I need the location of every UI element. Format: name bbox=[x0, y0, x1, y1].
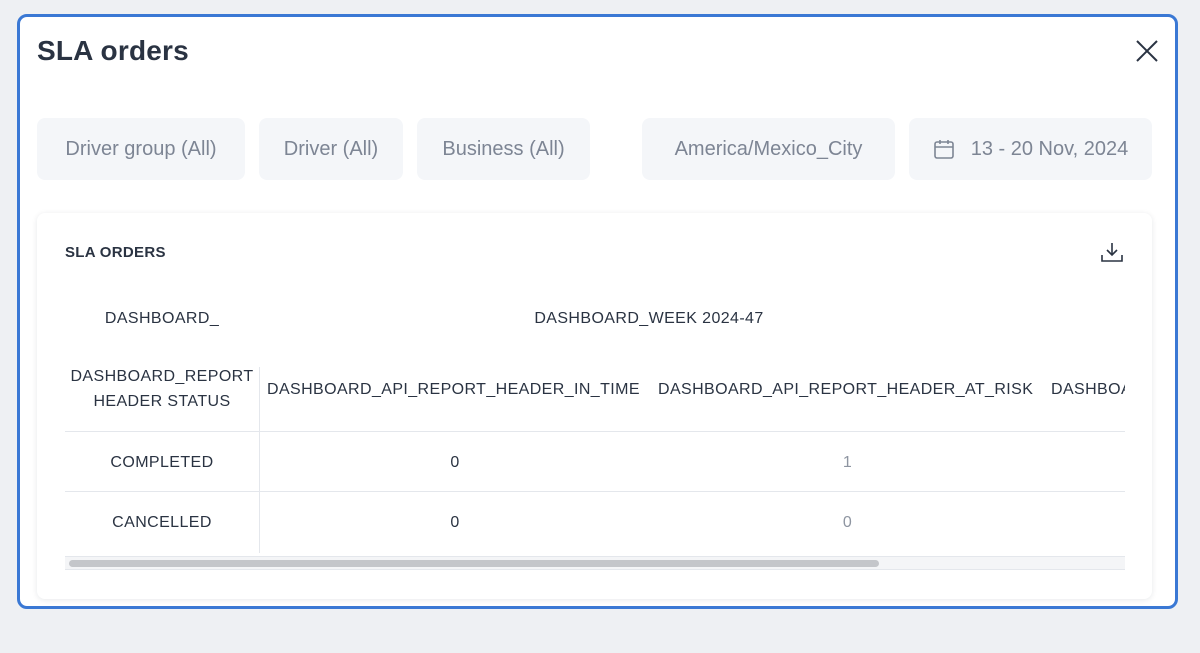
sla-orders-modal: SLA orders Driver group (All) Driver (Al… bbox=[17, 14, 1178, 609]
calendar-icon bbox=[933, 140, 954, 159]
header-divider bbox=[65, 431, 1125, 432]
status-header-line2: HEADER STATUS bbox=[93, 393, 231, 410]
sla-orders-card: SLA ORDERS DASHBOARD_ DASHBOARD_WEEK 202… bbox=[37, 213, 1152, 599]
cell-completed-at-risk: 1 bbox=[842, 454, 853, 471]
modal-title: SLA orders bbox=[37, 35, 189, 66]
business-filter-label: Business (All) bbox=[442, 137, 565, 160]
close-button[interactable] bbox=[1133, 37, 1161, 65]
date-range-picker[interactable]: 13 - 20 Nov, 2024 bbox=[909, 118, 1152, 180]
column-header-truncated: DASHBOARD_ bbox=[1051, 381, 1125, 398]
close-icon bbox=[1136, 40, 1158, 62]
driver-group-filter[interactable]: Driver group (All) bbox=[37, 118, 245, 180]
download-button[interactable] bbox=[1100, 240, 1124, 264]
download-icon bbox=[1101, 243, 1123, 262]
filter-bar: Driver group (All) Driver (All) Business… bbox=[37, 118, 1158, 180]
horizontal-scrollbar[interactable] bbox=[65, 556, 1125, 570]
cell-cancelled-at-risk: 0 bbox=[842, 514, 853, 531]
driver-filter[interactable]: Driver (All) bbox=[259, 118, 403, 180]
column-header-at-risk: DASHBOARD_API_REPORT_HEADER_AT_RISK bbox=[658, 381, 1034, 398]
sla-orders-table: DASHBOARD_ DASHBOARD_WEEK 2024-47 DASHBO… bbox=[65, 293, 1125, 571]
column-header-in-time: DASHBOARD_API_REPORT_HEADER_IN_TIME bbox=[267, 381, 640, 398]
row-status-cancelled: CANCELLED bbox=[112, 514, 212, 531]
top-left-header: DASHBOARD_ bbox=[104, 310, 220, 327]
date-range-label: 13 - 20 Nov, 2024 bbox=[970, 137, 1129, 160]
row-status-completed: COMPLETED bbox=[110, 454, 214, 471]
week-header: DASHBOARD_WEEK 2024-47 bbox=[534, 310, 764, 327]
cell-cancelled-in-time: 0 bbox=[450, 514, 460, 531]
cell-completed-in-time: 0 bbox=[450, 454, 460, 471]
driver-group-filter-label: Driver group (All) bbox=[65, 137, 217, 160]
row-divider bbox=[65, 491, 1125, 492]
timezone-label: America/Mexico_City bbox=[674, 137, 863, 160]
driver-filter-label: Driver (All) bbox=[283, 137, 379, 160]
card-title: SLA ORDERS bbox=[65, 244, 166, 261]
timezone-select[interactable]: America/Mexico_City bbox=[642, 118, 895, 180]
scrollbar-thumb[interactable] bbox=[69, 560, 879, 567]
business-filter[interactable]: Business (All) bbox=[417, 118, 590, 180]
status-header-line1: DASHBOARD_REPORT bbox=[70, 368, 254, 385]
